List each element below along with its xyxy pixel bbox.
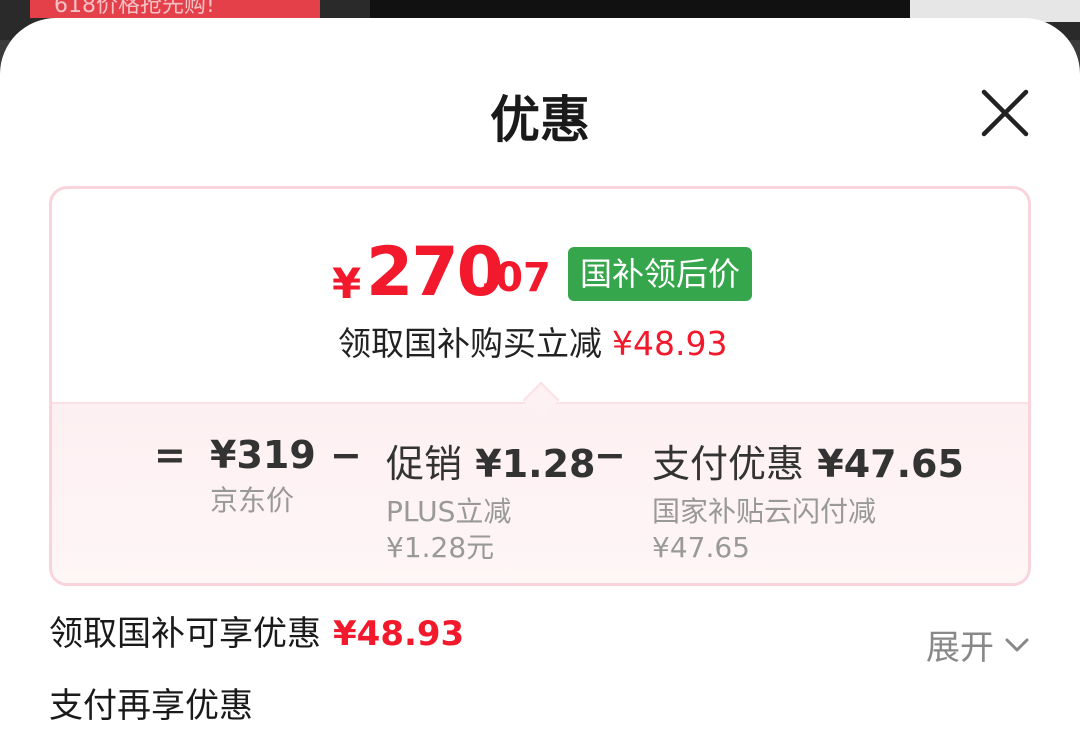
payment-discount-detail-line2: ¥47.65 — [652, 531, 750, 564]
promo-column: 促销 ¥1.28 PLUS立减 ¥1.28元 — [386, 433, 595, 566]
close-icon — [981, 89, 1029, 137]
expand-button[interactable]: 展开 — [926, 620, 1030, 669]
discount-summary-label: 领取国补购买立减 — [338, 324, 602, 363]
discount-summary: 领取国补购买立减 ¥48.93 — [338, 317, 727, 365]
promo-value: ¥1.28 — [475, 442, 596, 486]
close-button[interactable] — [972, 80, 1038, 146]
jd-price-value: ¥319 — [210, 433, 316, 477]
payment-discount-column: 支付优惠 ¥47.65 国家补贴云闪付减 ¥47.65 — [652, 433, 964, 566]
promo-label: 促销 — [386, 442, 463, 486]
promo-detail-line1: PLUS立减 — [386, 495, 512, 528]
payment-discount-value: ¥47.65 — [817, 442, 964, 486]
subsidy-discount-amount: ¥48.93 — [333, 614, 465, 654]
payment-discount-detail-line1: 国家补贴云闪付减 — [652, 495, 877, 528]
discount-summary-amount: ¥48.93 — [612, 324, 728, 363]
promotion-sheet: 优惠 ¥ 270 .07 国补领后价 领取国补购买立减 ¥48.93 = ¥319… — [0, 18, 1080, 747]
price-currency: ¥ — [332, 259, 362, 308]
payment-discount-label: 支付优惠 — [652, 442, 805, 486]
background-banner: 618价格抢先购! — [30, 0, 320, 18]
payment-discount-detail: 国家补贴云闪付减 ¥47.65 — [652, 494, 964, 566]
jd-price-column: ¥319 京东价 — [210, 433, 316, 519]
minus-sign: − — [594, 433, 626, 477]
promo-detail-line2: ¥1.28元 — [386, 531, 495, 564]
subsidy-discount-label: 领取国补可享优惠 — [49, 614, 321, 654]
expand-label: 展开 — [926, 628, 994, 668]
price-decimal: .07 — [480, 255, 551, 301]
price-summary-card: ¥ 270 .07 国补领后价 领取国补购买立减 ¥48.93 = ¥319 京东… — [49, 186, 1031, 586]
minus-sign: − — [330, 433, 362, 477]
subsidy-discount-row: 领取国补可享优惠 ¥48.93 — [49, 606, 464, 655]
payment-discount-section-title: 支付再享优惠 — [49, 686, 253, 726]
chevron-down-icon — [1005, 638, 1029, 651]
equals-sign: = — [154, 433, 186, 477]
jd-price-label: 京东价 — [210, 484, 295, 517]
sheet-title: 优惠 — [490, 91, 590, 149]
subsidy-price-tag: 国补领后价 — [568, 247, 753, 301]
promo-detail: PLUS立减 ¥1.28元 — [386, 494, 595, 566]
